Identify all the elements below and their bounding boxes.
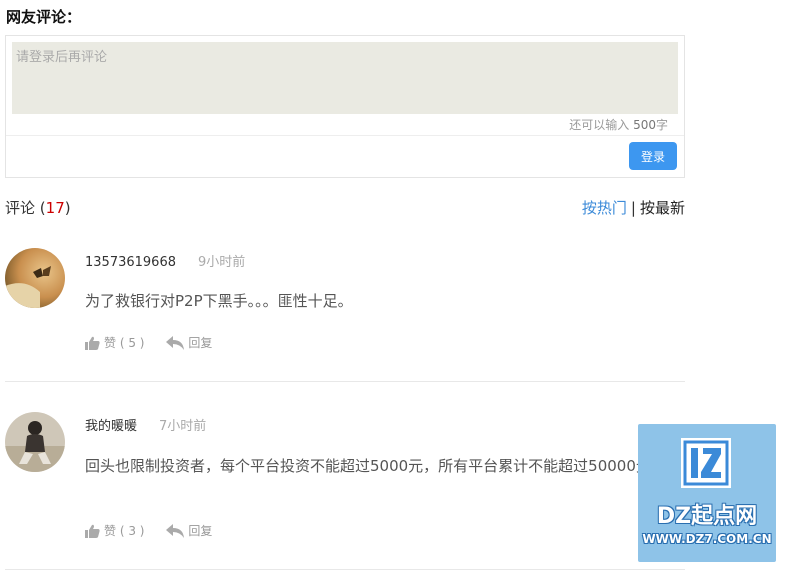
like-count: ( 5 ) — [119, 335, 145, 350]
sort-new-link[interactable]: 按最新 — [640, 199, 685, 217]
comment-input[interactable] — [12, 42, 678, 114]
like-label: 赞 — [104, 336, 117, 350]
char-limit-count: 500 — [633, 118, 656, 132]
comment-actions: 赞 ( 3 ) 回复 — [85, 522, 230, 541]
comment-username[interactable]: 我的暖暖 — [85, 419, 137, 434]
char-limit-suffix: 字 — [655, 118, 668, 132]
comment-user: 13573619668 9小时前 — [85, 251, 245, 270]
comment-text: 回头也限制投资者，每个平台投资不能超过5000元，所有平台累计不能超过50000… — [85, 457, 666, 475]
composer-divider — [6, 135, 684, 136]
sort-separator: | — [630, 199, 636, 217]
thumbs-up-icon — [85, 336, 100, 350]
watermark-logo — [681, 438, 731, 488]
comments-label: 评论 — [5, 199, 36, 217]
sort-options: 按热门 | 按最新 — [582, 197, 685, 218]
watermark-name: DZ起点网 — [656, 504, 758, 529]
comments-count: 17 — [45, 199, 65, 217]
like-button[interactable]: 赞 ( 3 ) — [85, 522, 144, 539]
comment-time: 7小时前 — [159, 419, 207, 434]
avatar[interactable] — [5, 412, 65, 472]
comment-username[interactable]: 13573619668 — [85, 255, 176, 270]
char-limit: 还可以输入 500字 — [569, 116, 668, 133]
reply-label: 回复 — [188, 524, 213, 538]
reply-label: 回复 — [188, 336, 213, 350]
reply-arrow-icon — [166, 523, 185, 538]
sort-hot-link[interactable]: 按热门 — [582, 199, 627, 217]
comment-divider — [5, 569, 685, 570]
reply-button[interactable]: 回复 — [166, 334, 212, 351]
comment-composer: 还可以输入 500字 登录 — [5, 35, 685, 178]
comment-text: 为了救银行对P2P下黑手。。。匪性十足。 — [85, 292, 353, 310]
section-title: 网友评论： — [6, 8, 82, 26]
char-limit-prefix: 还可以输入 — [569, 118, 630, 132]
like-label: 赞 — [104, 524, 117, 538]
comment-actions: 赞 ( 5 ) 回复 — [85, 334, 230, 353]
avatar[interactable] — [5, 248, 65, 308]
reply-button[interactable]: 回复 — [166, 522, 212, 539]
comment-user: 我的暖暖 7小时前 — [85, 415, 206, 434]
site-watermark: DZ起点网 WWW.DZ7.COM.CN — [638, 424, 776, 562]
comments-count-wrap: (17) — [39, 199, 71, 217]
thumbs-up-icon — [85, 524, 100, 538]
like-button[interactable]: 赞 ( 5 ) — [85, 334, 144, 351]
comment-time: 9小时前 — [197, 255, 246, 270]
comment-divider — [5, 381, 685, 382]
login-button[interactable]: 登录 — [629, 142, 677, 170]
reply-arrow-icon — [166, 335, 185, 350]
watermark-url: WWW.DZ7.COM.CN — [642, 532, 772, 546]
like-count: ( 3 ) — [119, 523, 145, 538]
comments-header: 评论 (17) 按热门 | 按最新 — [5, 197, 685, 219]
